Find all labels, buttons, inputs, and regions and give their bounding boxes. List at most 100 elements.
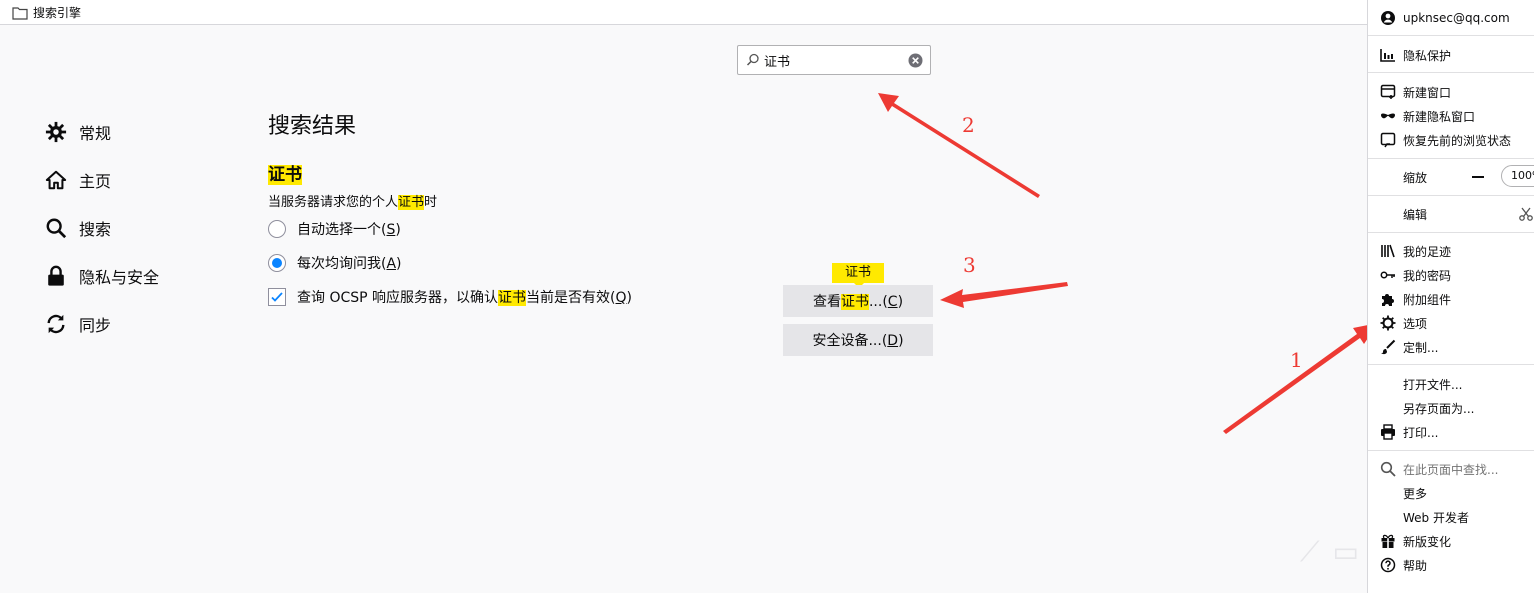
- nav-label: 主页: [79, 172, 112, 191]
- menu-label: 恢复先前的浏览状态: [1403, 133, 1512, 148]
- menu-label: 在此页面中查找...: [1403, 462, 1499, 477]
- search-match-highlight: 证书: [398, 195, 425, 210]
- access-key: D: [887, 333, 899, 349]
- nav-label: 隐私与安全: [79, 268, 160, 287]
- zoom-out-button[interactable]: [1472, 176, 1484, 178]
- zoom-reset-button[interactable]: 100%: [1501, 165, 1534, 187]
- library-icon: [1381, 244, 1395, 258]
- menu-item-print[interactable]: 打印...: [1368, 420, 1534, 444]
- menu-item-help[interactable]: 帮助: [1368, 553, 1534, 577]
- search-match-highlight: 证书: [840, 294, 869, 310]
- menu-label: 定制...: [1403, 340, 1439, 355]
- radio-label-suffix: ): [396, 256, 402, 272]
- app-menu-panel: upknsec@qq.com 隐私保护 新建窗口 新建隐私窗口 恢复先前的浏览状…: [1367, 0, 1534, 593]
- nav-item-sync[interactable]: 同步: [45, 300, 159, 348]
- search-match-highlight: 证书: [498, 290, 527, 306]
- menu-item-new-private-window[interactable]: 新建隐私窗口: [1368, 104, 1534, 128]
- menu-label: 我的足迹: [1403, 244, 1452, 259]
- button-text: ...(: [868, 294, 888, 310]
- radio-ask-every-time[interactable]: [268, 254, 286, 272]
- menu-label: upknsec@qq.com: [1403, 11, 1510, 25]
- menu-separator: [1368, 72, 1534, 73]
- radio-label-text: 每次均询问我(: [297, 256, 387, 272]
- menu-item-account[interactable]: upknsec@qq.com: [1368, 6, 1534, 30]
- menu-item-privacy-protections[interactable]: 隐私保护: [1368, 43, 1534, 67]
- new-window-icon: [1380, 84, 1396, 99]
- menu-item-edit: 编辑: [1368, 202, 1534, 226]
- nav-item-search[interactable]: 搜索: [45, 204, 159, 252]
- menu-item-passwords[interactable]: 我的密码: [1368, 263, 1534, 287]
- checkbox-label-text: 当前是否有效(: [526, 290, 616, 306]
- menu-item-save-page[interactable]: 另存页面为...: [1368, 396, 1534, 420]
- menu-separator: [1368, 232, 1534, 233]
- checkbox-label-text: 查询 OCSP 响应服务器，以确认: [297, 290, 499, 306]
- menu-label: Web 开发者: [1403, 510, 1469, 525]
- menu-label: 另存页面为...: [1403, 401, 1475, 416]
- menu-item-web-developer[interactable]: Web 开发者: [1368, 505, 1534, 529]
- clear-search-icon[interactable]: [908, 53, 923, 68]
- annotation-arrows: [878, 93, 1378, 434]
- menu-item-find-in-page[interactable]: 在此页面中查找...: [1368, 457, 1534, 481]
- menu-item-restore-session[interactable]: 恢复先前的浏览状态: [1368, 128, 1534, 152]
- puzzle-piece-icon: [1382, 294, 1394, 306]
- printer-icon: [1381, 424, 1395, 440]
- button-text: 安全设备...(: [812, 333, 888, 349]
- description-text: 当服务器请求您的个人: [268, 195, 399, 210]
- checkmark-icon: [271, 292, 283, 302]
- preferences-nav: 常规 主页 搜索 隐私与安全 同步: [45, 108, 159, 348]
- menu-separator: [1368, 364, 1534, 365]
- certificates-heading: 证书: [268, 160, 302, 185]
- annotation-number-1: 1: [1290, 348, 1303, 372]
- bookmark-folder-label: 搜索引擎: [33, 6, 82, 20]
- menu-label: 我的密码: [1403, 268, 1452, 283]
- nav-item-privacy-security[interactable]: 隐私与安全: [45, 252, 159, 300]
- radio-auto-select[interactable]: [268, 220, 286, 238]
- button-text-suffix: ): [898, 333, 904, 349]
- cut-icon[interactable]: [1518, 206, 1534, 222]
- nav-label: 同步: [79, 316, 112, 335]
- ocsp-checkbox-option[interactable]: 查询 OCSP 响应服务器，以确认证书当前是否有效(Q): [268, 287, 632, 307]
- radio-option-auto-select[interactable]: 自动选择一个(S): [268, 219, 401, 239]
- security-devices-button[interactable]: 安全设备...(D): [783, 324, 933, 356]
- menu-item-whats-new[interactable]: 新版变化: [1368, 529, 1534, 553]
- radio-label-text: 自动选择一个(: [297, 222, 387, 238]
- search-input[interactable]: [764, 52, 904, 68]
- view-certificates-button[interactable]: 查看证书...(C): [783, 285, 933, 317]
- menu-item-customize[interactable]: 定制...: [1368, 335, 1534, 359]
- radio-label-suffix: ): [395, 222, 401, 238]
- nav-item-general[interactable]: 常规: [45, 108, 159, 156]
- search-match-highlight: 证书: [268, 165, 302, 185]
- account-icon: [1381, 11, 1395, 25]
- menu-item-library[interactable]: 我的足迹: [1368, 239, 1534, 263]
- menu-item-more[interactable]: 更多: [1368, 481, 1534, 505]
- private-mask-icon: [1381, 113, 1395, 119]
- gear-icon: [45, 121, 67, 143]
- checkbox-label: 查询 OCSP 响应服务器，以确认证书当前是否有效(Q): [297, 287, 632, 307]
- menu-label: 帮助: [1403, 558, 1428, 573]
- menu-item-addons[interactable]: 附加组件: [1368, 287, 1534, 311]
- menu-label: 更多: [1403, 486, 1428, 501]
- preferences-search-box[interactable]: [737, 45, 931, 75]
- menu-label: 编辑: [1403, 207, 1428, 222]
- menu-item-new-window[interactable]: 新建窗口: [1368, 80, 1534, 104]
- certificate-description: 当服务器请求您的个人证书时: [268, 191, 437, 210]
- menu-item-options[interactable]: 选项: [1368, 311, 1534, 335]
- nav-item-home[interactable]: 主页: [45, 156, 159, 204]
- key-icon: [1380, 271, 1395, 279]
- radio-option-ask-every-time[interactable]: 每次均询问我(A): [268, 253, 402, 273]
- access-key: Q: [615, 290, 627, 306]
- menu-label: 新建窗口: [1403, 85, 1452, 100]
- radio-label: 每次均询问我(A): [297, 253, 402, 273]
- nav-label: 常规: [79, 124, 112, 143]
- nav-label: 搜索: [79, 220, 112, 239]
- radio-label: 自动选择一个(S): [297, 219, 401, 239]
- home-icon: [45, 170, 67, 190]
- menu-label: 新版变化: [1403, 534, 1452, 549]
- button-text: 查看: [812, 294, 841, 310]
- annotation-number-3: 3: [963, 253, 976, 277]
- ocsp-checkbox[interactable]: [268, 288, 286, 306]
- page-title: 搜索结果: [268, 114, 357, 139]
- menu-item-open-file[interactable]: 打开文件...: [1368, 372, 1534, 396]
- chart-bars-icon: [1380, 49, 1395, 62]
- bookmark-folder[interactable]: 搜索引擎: [12, 4, 81, 21]
